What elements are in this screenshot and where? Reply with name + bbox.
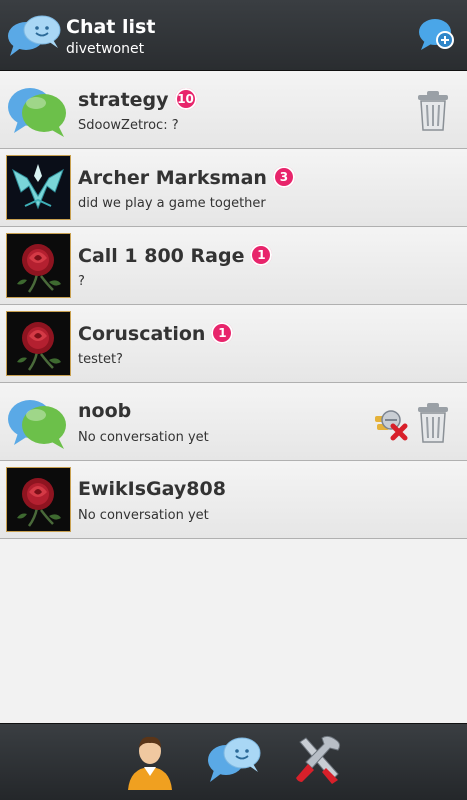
last-message: testet?: [78, 352, 123, 367]
delete-chat-button[interactable]: [415, 90, 451, 136]
chat-bubbles-icon: [208, 737, 261, 782]
rose-avatar: [6, 467, 71, 532]
rose-avatar: [6, 233, 71, 298]
chat-bubbles-icon: [6, 14, 62, 62]
archer-avatar: [6, 155, 71, 220]
top-bar: Chat list divetwonet: [0, 0, 467, 71]
unread-badge: 10: [174, 88, 197, 110]
chat-name: noob: [78, 400, 132, 422]
username-label: divetwonet: [66, 41, 145, 57]
unread-badge: 1: [211, 322, 234, 344]
chat-list: strategy 10 SdoowZetroc: ? Archer Marksma…: [0, 71, 467, 539]
chat-row-coruscation[interactable]: Coruscation 1 testet?: [0, 305, 467, 383]
last-message: No conversation yet: [78, 508, 209, 523]
chat-row-strategy[interactable]: strategy 10 SdoowZetroc: ?: [0, 71, 467, 149]
chat-name: EwikIsGay808: [78, 478, 226, 500]
unread-badge: 1: [250, 244, 273, 266]
chat-name: strategy 10: [78, 88, 197, 111]
page-title: Chat list: [66, 16, 156, 38]
chat-name: Archer Marksman 3: [78, 166, 295, 189]
chat-row-ewikisgay808[interactable]: EwikIsGay808 No conversation yet: [0, 461, 467, 539]
trash-icon: [418, 91, 448, 131]
new-chat-icon: [419, 19, 454, 50]
bottom-nav: [0, 723, 467, 800]
group-chat-icon: [6, 389, 71, 454]
last-message: SdoowZetroc: ?: [78, 118, 179, 133]
last-message: did we play a game together: [78, 196, 266, 211]
block-user-icon: [375, 410, 408, 441]
chat-row-noob[interactable]: noob No conversation yet: [0, 383, 467, 461]
profile-tab[interactable]: [124, 734, 176, 794]
rose-avatar: [6, 311, 71, 376]
tools-icon: [296, 735, 341, 784]
chat-row-archer-marksman[interactable]: Archer Marksman 3 did we play a game toge…: [0, 149, 467, 227]
chat-tab[interactable]: [206, 734, 262, 788]
delete-chat-button[interactable]: [415, 402, 451, 448]
profile-icon: [128, 736, 172, 790]
block-user-button[interactable]: [371, 406, 409, 446]
unread-badge: 3: [272, 166, 295, 188]
group-chat-icon: [6, 77, 71, 142]
last-message: ?: [78, 274, 85, 289]
chat-row-call-1-800-rage[interactable]: Call 1 800 Rage 1 ?: [0, 227, 467, 305]
trash-icon: [418, 403, 448, 443]
settings-tab[interactable]: [292, 734, 344, 790]
chat-name: Call 1 800 Rage 1: [78, 244, 273, 267]
last-message: No conversation yet: [78, 430, 209, 445]
new-chat-button[interactable]: [417, 16, 457, 58]
chat-name: Coruscation 1: [78, 322, 234, 345]
